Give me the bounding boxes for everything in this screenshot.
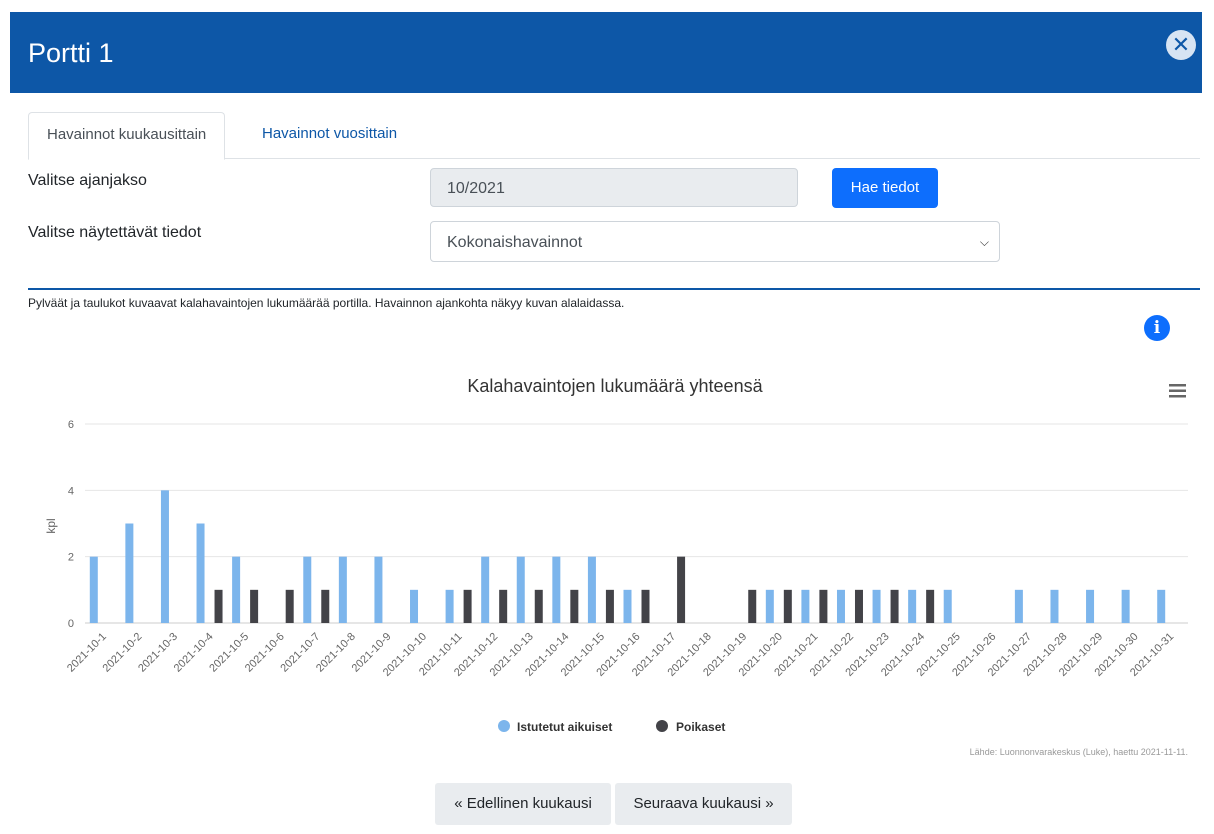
bar-istutetut[interactable] (516, 556, 525, 623)
period-label: Valitse ajanjakso (28, 172, 147, 189)
tab-yearly[interactable]: Havainnot vuosittain (244, 112, 415, 157)
tab-bar: Havainnot kuukausittain Havainnot vuosit… (28, 112, 1200, 160)
y-tick-label: 0 (68, 618, 74, 630)
bar-poikaset[interactable] (321, 589, 330, 623)
data-type-label: Valitse näytettävät tiedot (28, 224, 202, 241)
bar-istutetut[interactable] (125, 523, 134, 624)
period-input[interactable]: 10/2021 (430, 168, 798, 207)
bar-poikaset[interactable] (926, 589, 935, 623)
chart-title: Kalahavaintojen lukumäärä yhteensä (467, 376, 763, 396)
bar-poikaset[interactable] (748, 589, 757, 623)
legend-marker-istutetut (498, 720, 510, 732)
bar-istutetut[interactable] (943, 589, 952, 623)
bar-istutetut[interactable] (232, 556, 241, 623)
legend-item-istutetut[interactable]: Istutetut aikuiset (498, 720, 612, 734)
legend-marker-poikaset (656, 720, 668, 732)
hamburger-menu-icon[interactable] (1169, 384, 1186, 398)
bar-poikaset[interactable] (285, 589, 294, 623)
close-icon[interactable]: ✕ (1166, 30, 1196, 60)
info-icon[interactable]: i (1144, 315, 1170, 341)
bar-istutetut[interactable] (481, 556, 490, 623)
legend-label-istutetut: Istutetut aikuiset (517, 720, 612, 734)
bar-istutetut[interactable] (908, 589, 917, 623)
bar-chart: Kalahavaintojen lukumäärä yhteensä kpl 0… (44, 376, 1188, 757)
bar-istutetut[interactable] (801, 589, 810, 623)
bar-istutetut[interactable] (160, 490, 169, 623)
bar-istutetut[interactable] (872, 589, 881, 623)
chart-credits: Lähde: Luonnonvarakeskus (Luke), haettu … (970, 747, 1188, 757)
data-type-value: Kokonaishavainnot (447, 234, 583, 251)
bar-poikaset[interactable] (250, 589, 259, 623)
bar-istutetut[interactable] (623, 589, 632, 623)
x-axis-ticks: 2021-10-12021-10-22021-10-32021-10-42021… (65, 631, 1176, 679)
bar-poikaset[interactable] (534, 589, 543, 623)
divider (28, 288, 1200, 290)
bar-poikaset[interactable] (214, 589, 223, 623)
bar-istutetut[interactable] (338, 556, 347, 623)
bar-poikaset[interactable] (499, 589, 508, 623)
top-strip (0, 0, 1214, 12)
bar-istutetut[interactable] (1121, 589, 1130, 623)
y-axis-title: kpl (44, 518, 58, 533)
bar-istutetut[interactable] (445, 589, 454, 623)
bar-istutetut[interactable] (410, 589, 419, 623)
bar-poikaset[interactable] (890, 589, 899, 623)
bar-istutetut[interactable] (1157, 589, 1166, 623)
bar-istutetut[interactable] (374, 556, 383, 623)
bar-istutetut[interactable] (765, 589, 774, 623)
bar-istutetut[interactable] (196, 523, 205, 624)
prev-month-button[interactable]: « Edellinen kuukausi (435, 783, 611, 825)
y-tick-label: 6 (68, 419, 74, 431)
tab-monthly[interactable]: Havainnot kuukausittain (28, 112, 226, 160)
bar-poikaset[interactable] (463, 589, 472, 623)
chart-description: Pylväät ja taulukot kuvaavat kalahavaint… (28, 296, 625, 310)
next-month-button[interactable]: Seuraava kuukausi » (615, 783, 792, 825)
bar-istutetut[interactable] (836, 589, 845, 623)
y-tick-label: 4 (68, 485, 74, 497)
bar-istutetut[interactable] (1050, 589, 1059, 623)
bar-istutetut[interactable] (587, 556, 596, 623)
bar-poikaset[interactable] (854, 589, 863, 623)
legend-item-poikaset[interactable]: Poikaset (656, 720, 725, 734)
bar-istutetut[interactable] (89, 556, 98, 623)
data-type-select[interactable]: Kokonaishavainnot ⌵ (430, 221, 1000, 262)
bar-istutetut[interactable] (552, 556, 561, 623)
y-axis-ticks: 0 2 4 6 (68, 419, 74, 630)
legend-label-poikaset: Poikaset (676, 720, 725, 734)
fetch-button[interactable]: Hae tiedot (832, 168, 938, 208)
bar-poikaset[interactable] (677, 556, 686, 623)
bar-istutetut[interactable] (303, 556, 312, 623)
bar-poikaset[interactable] (641, 589, 650, 623)
bar-poikaset[interactable] (783, 589, 792, 623)
modal-title: Portti 1 (28, 38, 114, 68)
bar-poikaset[interactable] (570, 589, 579, 623)
chevron-down-icon: ⌵ (979, 235, 989, 249)
legend: Istutetut aikuiset Poikaset (498, 720, 725, 734)
bar-poikaset[interactable] (819, 589, 828, 623)
modal-header: Portti 1 ✕ (10, 12, 1202, 93)
bar-poikaset[interactable] (605, 589, 614, 623)
bar-istutetut[interactable] (1086, 589, 1095, 623)
bar-istutetut[interactable] (1014, 589, 1023, 623)
y-tick-label: 2 (68, 552, 74, 564)
